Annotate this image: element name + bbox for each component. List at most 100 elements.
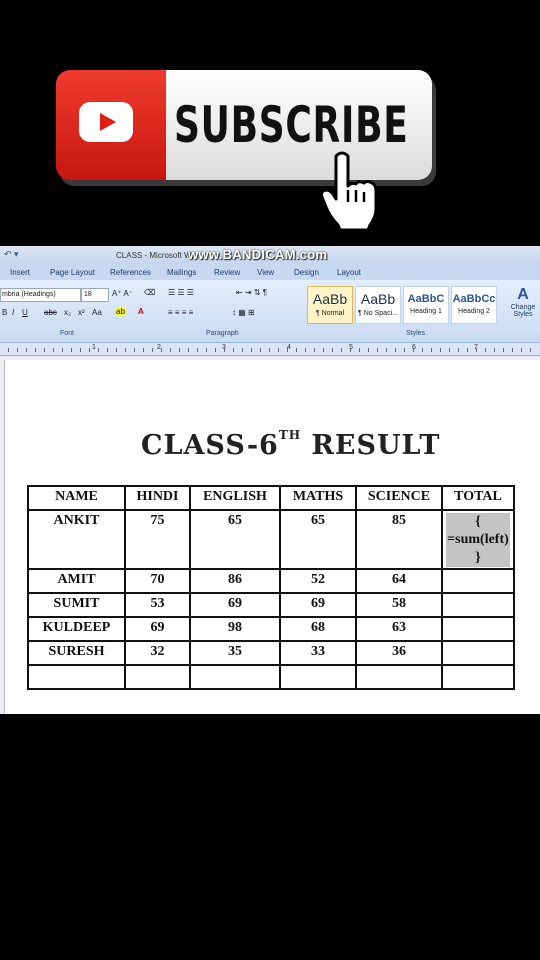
- word-window: ↶ ▾ CLASS - Microsoft W www.BANDICAM.com…: [0, 246, 540, 714]
- cell-name[interactable]: SUMIT: [27, 592, 126, 618]
- cell-hindi[interactable]: 75: [124, 509, 191, 570]
- header-science[interactable]: SCIENCE: [355, 485, 443, 511]
- cell-english[interactable]: 69: [189, 592, 281, 618]
- style-name: ¶ No Spaci...: [358, 310, 398, 317]
- cell-maths[interactable]: [279, 664, 357, 690]
- cell-science[interactable]: 58: [355, 592, 443, 618]
- cell-maths[interactable]: 69: [279, 592, 357, 618]
- table-row: ANKIT 75 65 65 85 { =sum(left) }: [27, 509, 515, 570]
- font-color-icon[interactable]: A: [138, 307, 144, 316]
- bold-icon[interactable]: B: [2, 308, 7, 317]
- grow-font-icon[interactable]: A⁺ A⁻: [112, 289, 133, 298]
- document-title: CLASS-6TH RESULT: [141, 428, 441, 461]
- header-name[interactable]: NAME: [27, 485, 126, 511]
- change-case-icon[interactable]: Aa: [92, 308, 102, 317]
- table-row: AMIT 70 86 52 64: [27, 568, 515, 594]
- cell-total[interactable]: { =sum(left) }: [441, 509, 515, 570]
- style-heading-1[interactable]: AaBbC Heading 1: [403, 286, 449, 324]
- cell-total[interactable]: [441, 664, 515, 690]
- window-title: CLASS - Microsoft W: [116, 251, 192, 260]
- cell-name[interactable]: KULDEEP: [27, 616, 126, 642]
- ruler-ticks: [8, 348, 532, 352]
- bullets-icon[interactable]: ☰ ☰ ☰: [168, 288, 194, 297]
- tab-view[interactable]: View: [257, 268, 274, 277]
- cell-science[interactable]: [355, 664, 443, 690]
- cell-hindi[interactable]: [124, 664, 191, 690]
- ruler-number: 2: [157, 344, 161, 351]
- ruler-number: 4: [287, 344, 291, 351]
- ruler-number: 1: [92, 344, 96, 351]
- cell-science[interactable]: 63: [355, 616, 443, 642]
- cell-maths[interactable]: 68: [279, 616, 357, 642]
- indent-icon[interactable]: ⇤ ⇥ ⇅ ¶: [236, 288, 267, 297]
- result-table[interactable]: NAME HINDI ENGLISH MATHS SCIENCE TOTAL A…: [27, 485, 515, 690]
- style-name: ¶ Normal: [315, 310, 345, 317]
- tab-review[interactable]: Review: [214, 268, 240, 277]
- youtube-logo-panel: [56, 70, 166, 180]
- horizontal-ruler[interactable]: 1 2 3 4 5 6 7: [0, 343, 540, 356]
- font-name-box[interactable]: mbria (Headings): [0, 288, 81, 302]
- underline-icon[interactable]: U: [22, 308, 28, 317]
- document-page[interactable]: CLASS-6TH RESULT NAME HINDI ENGLISH MATH…: [4, 360, 540, 714]
- change-styles-button[interactable]: A Change Styles: [506, 286, 540, 318]
- style-heading-2[interactable]: AaBbCc Heading 2: [451, 286, 497, 324]
- subscribe-text[interactable]: SUBSCRIBE: [174, 96, 409, 154]
- cell-hindi[interactable]: 70: [124, 568, 191, 594]
- table-row: KULDEEP 69 98 68 63: [27, 616, 515, 642]
- line-spacing-icon[interactable]: ↕ ▦ ⊞: [232, 308, 255, 317]
- group-paragraph-label: Paragraph: [206, 330, 239, 337]
- cell-hindi[interactable]: 53: [124, 592, 191, 618]
- cell-name[interactable]: SURESH: [27, 640, 126, 666]
- cell-total[interactable]: [441, 592, 515, 618]
- youtube-play-icon: [79, 102, 133, 142]
- ribbon-tabs: Insert Page Layout References Mailings R…: [0, 264, 540, 280]
- cell-total[interactable]: [441, 568, 515, 594]
- cell-science[interactable]: 64: [355, 568, 443, 594]
- cell-total[interactable]: [441, 616, 515, 642]
- cell-english[interactable]: 35: [189, 640, 281, 666]
- style-normal[interactable]: AaBb ¶ Normal: [307, 286, 353, 324]
- cell-english[interactable]: [189, 664, 281, 690]
- cell-english[interactable]: 98: [189, 616, 281, 642]
- table-row: SURESH 32 35 33 36: [27, 640, 515, 666]
- font-size-box[interactable]: 18: [81, 288, 109, 302]
- cell-science[interactable]: 36: [355, 640, 443, 666]
- strikethrough-icon[interactable]: abc: [44, 308, 57, 317]
- document-area: CLASS-6TH RESULT NAME HINDI ENGLISH MATH…: [0, 356, 540, 714]
- cell-maths[interactable]: 52: [279, 568, 357, 594]
- tab-mailings[interactable]: Mailings: [167, 268, 196, 277]
- table-row: [27, 664, 515, 690]
- italic-icon[interactable]: I: [12, 308, 14, 317]
- tab-references[interactable]: References: [110, 268, 151, 277]
- tab-page-layout[interactable]: Page Layout: [50, 268, 95, 277]
- cell-english[interactable]: 86: [189, 568, 281, 594]
- subscript-icon[interactable]: x₂: [64, 308, 71, 317]
- formula-field[interactable]: { =sum(left) }: [446, 513, 510, 567]
- cell-total[interactable]: [441, 640, 515, 666]
- cell-name[interactable]: [27, 664, 126, 690]
- cell-name[interactable]: AMIT: [27, 568, 126, 594]
- cell-maths[interactable]: 65: [279, 509, 357, 570]
- superscript-icon[interactable]: x²: [78, 308, 85, 317]
- header-hindi[interactable]: HINDI: [124, 485, 191, 511]
- group-font-label: Font: [60, 330, 75, 337]
- cell-hindi[interactable]: 32: [124, 640, 191, 666]
- cell-english[interactable]: 65: [189, 509, 281, 570]
- header-total[interactable]: TOTAL: [441, 485, 515, 511]
- align-icons[interactable]: ≡ ≡ ≡ ≡: [168, 308, 193, 317]
- title-bar: ↶ ▾ CLASS - Microsoft W www.BANDICAM.com: [0, 246, 540, 264]
- style-no-spacing[interactable]: AaBb ¶ No Spaci...: [355, 286, 401, 324]
- tab-insert[interactable]: Insert: [10, 268, 30, 277]
- header-maths[interactable]: MATHS: [279, 485, 357, 511]
- clear-format-icon[interactable]: ⌫: [144, 288, 155, 297]
- tab-design[interactable]: Design: [294, 268, 319, 277]
- cell-name[interactable]: ANKIT: [27, 509, 126, 570]
- tab-layout[interactable]: Layout: [337, 268, 361, 277]
- header-english[interactable]: ENGLISH: [189, 485, 281, 511]
- change-styles-label: Change Styles: [510, 304, 536, 318]
- quick-access-icon[interactable]: ↶ ▾: [4, 249, 19, 260]
- cell-science[interactable]: 85: [355, 509, 443, 570]
- cell-hindi[interactable]: 69: [124, 616, 191, 642]
- cell-maths[interactable]: 33: [279, 640, 357, 666]
- highlight-icon[interactable]: ab: [116, 307, 125, 316]
